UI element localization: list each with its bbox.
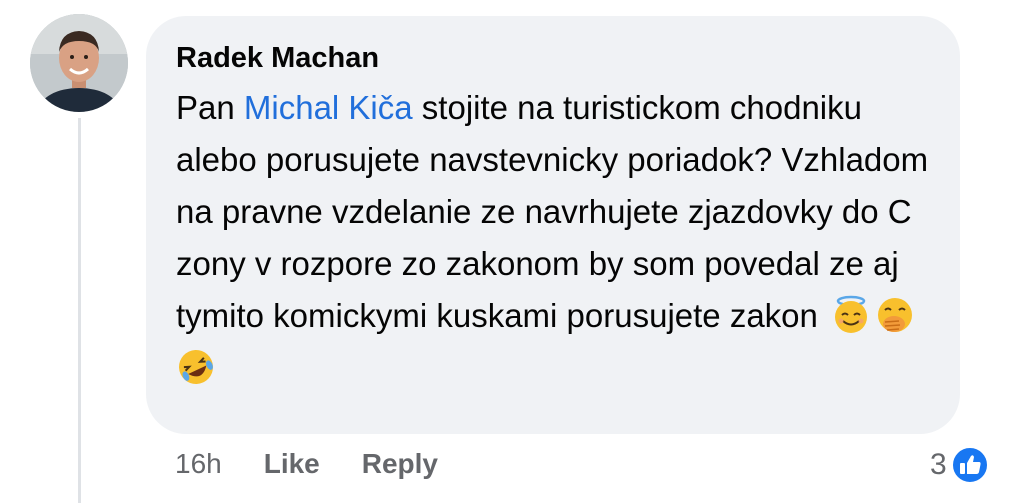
mention-link[interactable]: Michal Kiča (244, 89, 413, 126)
comment-bubble: Radek Machan Pan Michal Kiča stojite na … (146, 16, 960, 434)
profile-photo (30, 14, 128, 112)
comment-text: Pan Michal Kiča stojite na turistickom c… (176, 82, 936, 394)
avatar[interactable] (30, 14, 128, 112)
smiling-face-with-halo-icon (835, 295, 868, 333)
comment-text-before: Pan (176, 89, 244, 126)
face-with-hand-over-mouth-icon (878, 298, 913, 332)
comment-actions: 16h Like Reply (175, 448, 438, 480)
comment-timestamp[interactable]: 16h (175, 448, 222, 480)
reply-button[interactable]: Reply (362, 448, 438, 480)
like-thumb-icon (950, 446, 989, 484)
reaction-summary[interactable]: 3 (930, 446, 989, 484)
rolling-on-floor-laughing-icon (179, 350, 213, 384)
comment-author[interactable]: Radek Machan (176, 38, 930, 78)
like-button[interactable]: Like (264, 448, 320, 480)
reaction-count: 3 (930, 448, 947, 481)
thread-line (78, 118, 81, 503)
